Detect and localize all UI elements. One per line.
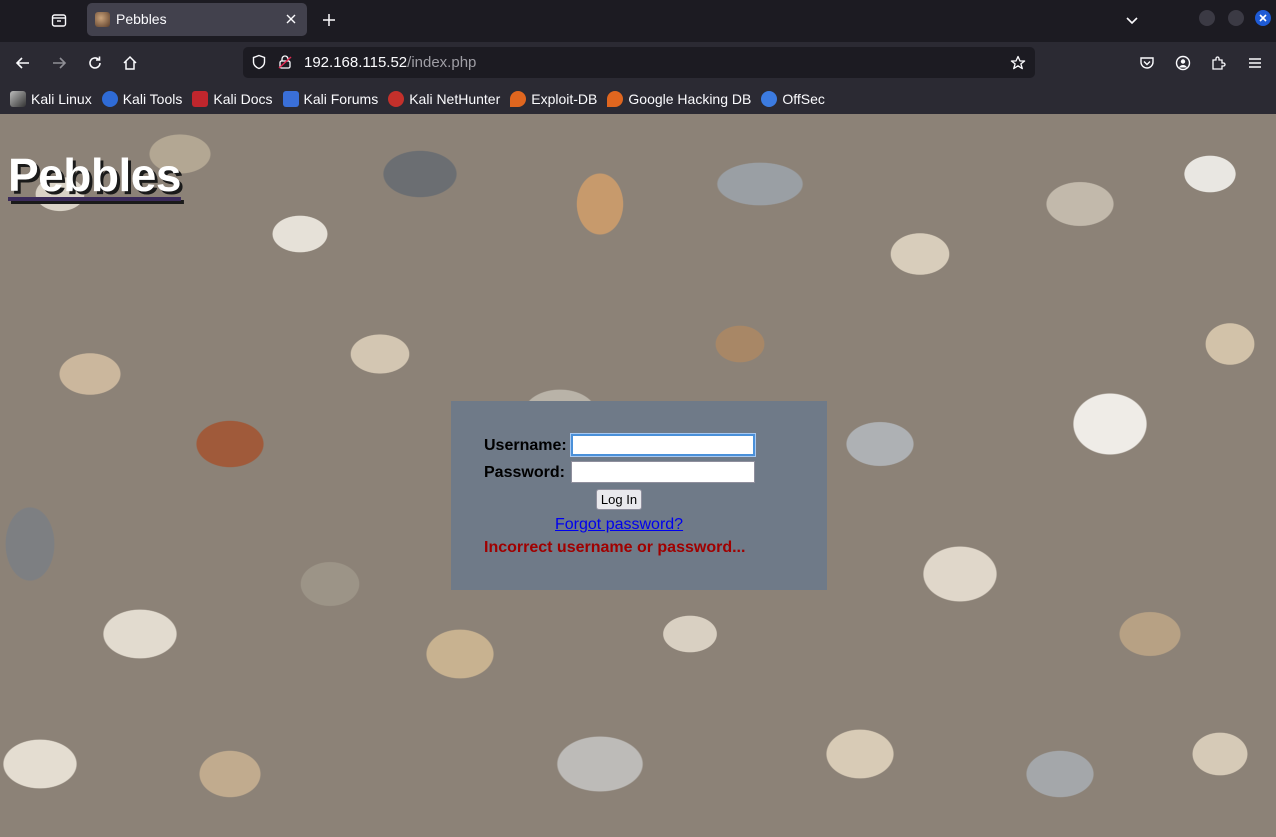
password-input[interactable] bbox=[571, 461, 755, 483]
bookmark-label: Kali Forums bbox=[303, 91, 379, 107]
login-form: Username: Password: Log In Forgot passwo… bbox=[451, 401, 827, 590]
bookmark-kali-docs[interactable]: Kali Docs bbox=[192, 91, 273, 107]
url-path: /index.php bbox=[407, 54, 477, 71]
chevron-down-icon bbox=[1126, 17, 1138, 25]
bookmarks-toolbar: Kali Linux Kali Tools Kali Docs Kali For… bbox=[0, 84, 1276, 114]
kali-forums-icon bbox=[282, 91, 299, 107]
bookmark-label: Google Hacking DB bbox=[628, 91, 752, 107]
hamburger-menu-icon bbox=[1249, 58, 1261, 68]
back-button[interactable] bbox=[11, 51, 35, 75]
extensions-button[interactable] bbox=[1206, 51, 1230, 75]
window-maximize-button[interactable] bbox=[1228, 10, 1244, 26]
pocket-icon bbox=[1140, 57, 1154, 69]
pebbles-favicon-icon bbox=[95, 12, 110, 27]
arrow-left-icon bbox=[15, 57, 29, 69]
bookmark-kali-tools[interactable]: Kali Tools bbox=[101, 91, 183, 107]
home-button[interactable] bbox=[118, 51, 142, 75]
forgot-password-link[interactable]: Forgot password? bbox=[555, 516, 683, 534]
kali-tools-icon bbox=[101, 91, 118, 107]
error-message: Incorrect username or password... bbox=[484, 539, 746, 556]
kali-dragon-icon bbox=[10, 91, 26, 107]
bookmark-kali-nethunter[interactable]: Kali NetHunter bbox=[388, 91, 500, 107]
username-label: Username: bbox=[484, 437, 567, 454]
bookmark-kali-forums[interactable]: Kali Forums bbox=[282, 91, 379, 107]
new-tab-button[interactable] bbox=[318, 9, 340, 31]
app-menu-button[interactable] bbox=[1243, 51, 1267, 75]
insecure-lock-icon[interactable] bbox=[277, 54, 293, 74]
page-title: Pebbles bbox=[8, 149, 181, 201]
tab-close-button[interactable] bbox=[281, 9, 301, 29]
account-icon bbox=[1175, 55, 1191, 71]
kali-docs-icon bbox=[192, 91, 209, 107]
ghdb-icon bbox=[607, 91, 624, 107]
url-host: 192.168.115.52 bbox=[304, 54, 408, 71]
bookmark-kali-linux[interactable]: Kali Linux bbox=[10, 91, 92, 107]
bookmark-label: Exploit-DB bbox=[531, 91, 598, 107]
bookmark-label: OffSec bbox=[782, 91, 825, 107]
bookmark-label: Kali Linux bbox=[31, 91, 92, 107]
tab-title: Pebbles bbox=[116, 11, 167, 27]
url-bar[interactable]: 192.168.115.52/index.php bbox=[243, 47, 1035, 78]
tab-pebbles[interactable]: Pebbles bbox=[87, 3, 307, 36]
bookmark-label: Kali Docs bbox=[213, 91, 273, 107]
bookmark-label: Kali NetHunter bbox=[409, 91, 501, 107]
kali-nethunter-icon bbox=[388, 91, 405, 107]
tracking-protection-shield-icon[interactable] bbox=[251, 54, 267, 74]
exploit-db-icon bbox=[510, 91, 527, 107]
tab-strip: Pebbles bbox=[0, 0, 1276, 42]
bookmark-label: Kali Tools bbox=[122, 91, 183, 107]
account-button[interactable] bbox=[1171, 51, 1195, 75]
bookmark-offsec[interactable]: OffSec bbox=[761, 91, 825, 107]
puzzle-icon bbox=[1212, 56, 1226, 70]
firefox-view-icon bbox=[51, 14, 67, 27]
star-icon bbox=[1010, 55, 1026, 70]
forward-button[interactable] bbox=[47, 51, 71, 75]
pocket-button[interactable] bbox=[1135, 51, 1159, 75]
arrow-right-icon bbox=[53, 57, 67, 69]
password-label: Password: bbox=[484, 464, 565, 481]
close-icon bbox=[1259, 14, 1267, 22]
firefox-view-button[interactable] bbox=[47, 9, 71, 31]
bookmark-google-hacking-db[interactable]: Google Hacking DB bbox=[607, 91, 751, 107]
username-input[interactable] bbox=[571, 434, 755, 456]
log-in-button[interactable]: Log In bbox=[596, 489, 642, 510]
window-close-button[interactable] bbox=[1255, 10, 1271, 26]
reload-button[interactable] bbox=[83, 51, 107, 75]
home-icon bbox=[123, 55, 137, 70]
url-text[interactable]: 192.168.115.52/index.php bbox=[304, 54, 476, 71]
page-content: Pebbles Username: Password: Log In Forgo… bbox=[0, 114, 1276, 837]
bookmark-star-button[interactable] bbox=[1007, 52, 1029, 74]
bookmark-exploit-db[interactable]: Exploit-DB bbox=[510, 91, 597, 107]
close-icon bbox=[286, 14, 296, 24]
offsec-icon bbox=[761, 91, 778, 107]
window-minimize-button[interactable] bbox=[1199, 10, 1215, 26]
reload-icon bbox=[89, 56, 101, 69]
list-all-tabs-button[interactable] bbox=[1121, 9, 1143, 31]
plus-icon bbox=[323, 14, 335, 26]
navigation-toolbar: 192.168.115.52/index.php bbox=[0, 42, 1276, 84]
